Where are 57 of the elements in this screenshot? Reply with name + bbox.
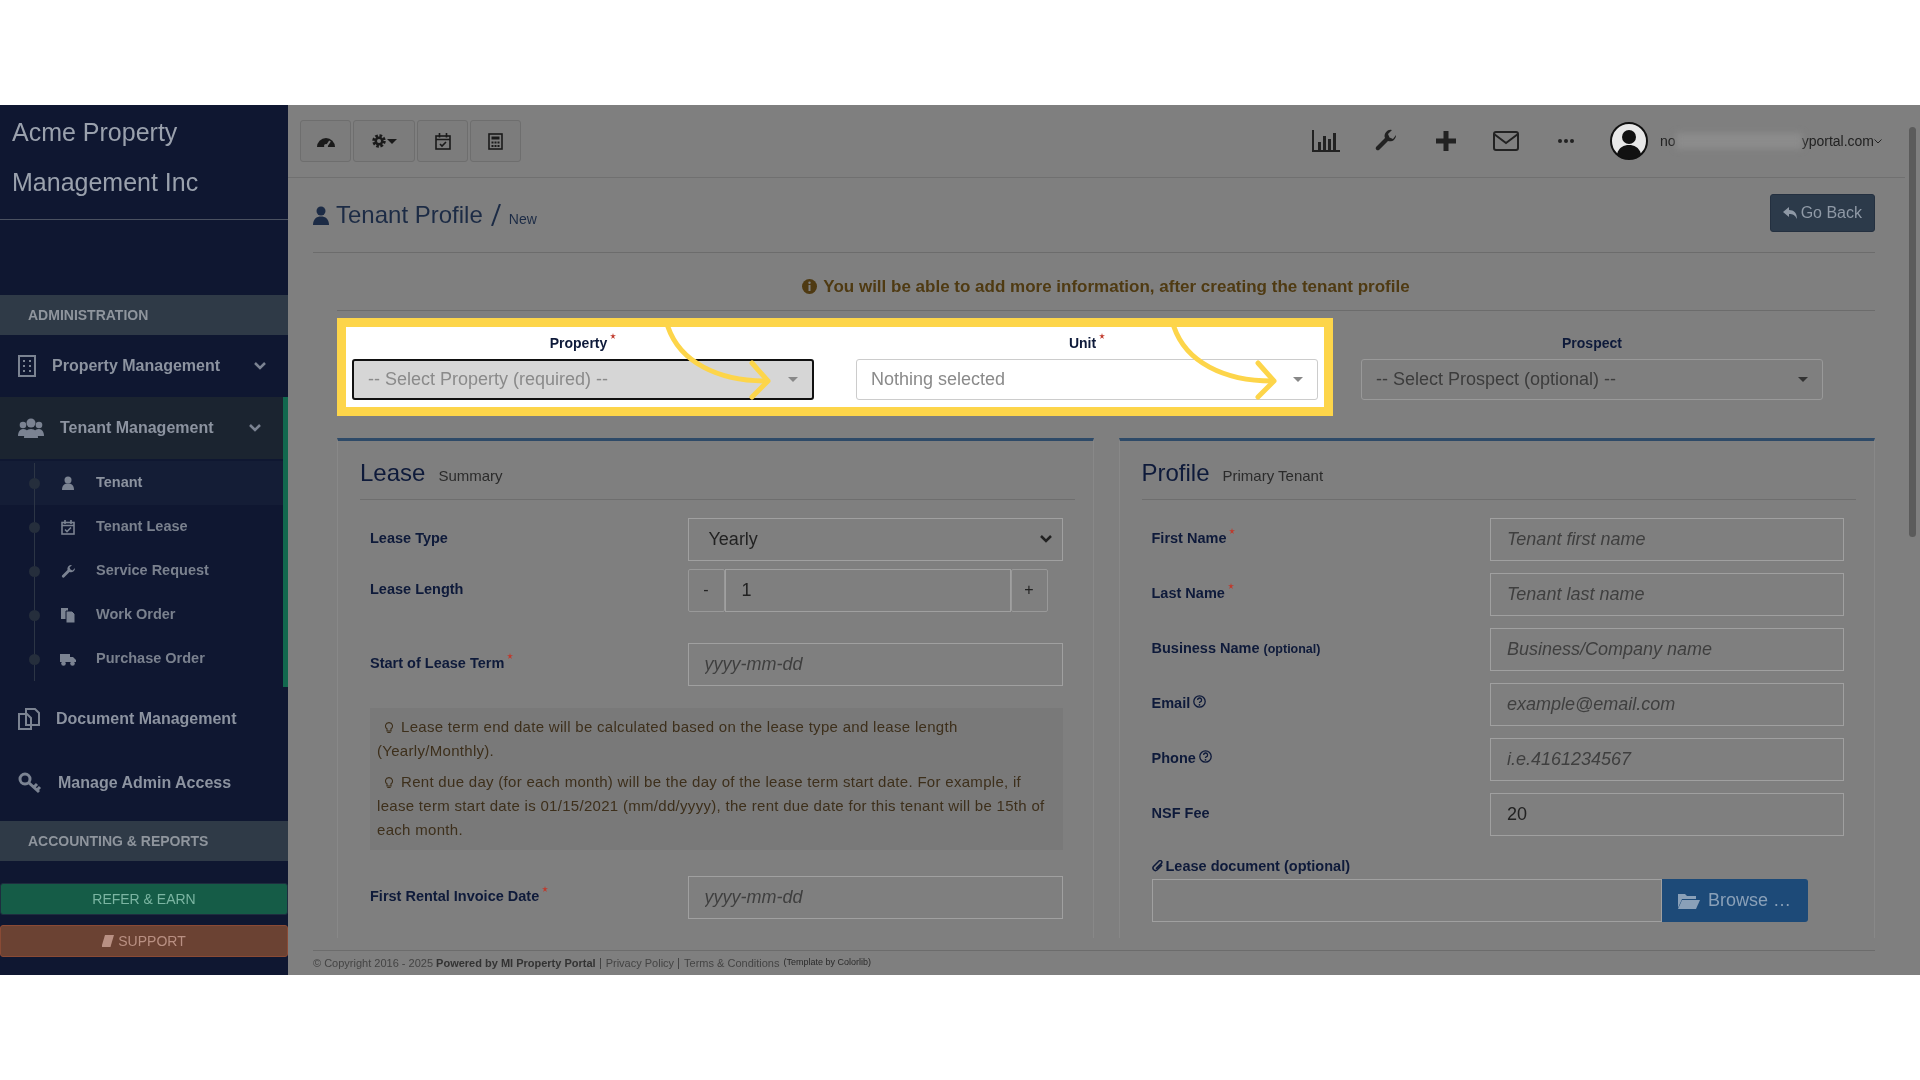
browse-button[interactable]: Browse … — [1661, 879, 1808, 923]
input-field[interactable]: i.e.4161234567 — [1490, 737, 1844, 781]
credit-text: (Template by Colorlib) — [783, 956, 871, 970]
field-label: NSF Fee — [1151, 804, 1210, 824]
copyright-text: © Copyright 2016 - 2025 Powered by MI Property Portal — [313, 955, 596, 971]
panel-subtitle: Summary — [438, 465, 503, 486]
field-label: Email — [1151, 694, 1191, 714]
notice-text: You will be able to add more information, after creating the tenant profile — [823, 276, 1410, 298]
input-field[interactable]: example@email.com — [1490, 682, 1844, 726]
sidebar-subitem[interactable]: Tenant — [0, 461, 283, 505]
footer-link[interactable]: Terms & Conditions — [684, 954, 780, 972]
footer-link[interactable]: Privacy Policy — [605, 954, 675, 972]
input-field[interactable]: Tenant first name — [1490, 517, 1844, 561]
field-label: Start of Lease Term — [370, 654, 505, 674]
select-field[interactable]: -- Select Prospect (optional) -- — [1361, 358, 1823, 400]
field-label: Prospect — [1562, 333, 1622, 353]
field-label: Unit — [1068, 333, 1097, 353]
field-label: Business Name (optional) — [1151, 639, 1321, 659]
sidebar-subitem[interactable]: Service Request — [0, 549, 283, 593]
sidebar-item[interactable]: Document Management — [0, 687, 288, 751]
panel-title: Lease — [360, 457, 426, 488]
sidebar-item[interactable]: Tenant Management — [0, 397, 288, 459]
select-field[interactable]: Nothing selected — [856, 358, 1318, 400]
field-label: Property — [549, 333, 608, 353]
user-menu[interactable]: no yportal.com — [1660, 130, 1882, 152]
brand-title: Acme Property Management Inc — [0, 105, 288, 220]
field-label: Lease Type — [370, 529, 448, 549]
panel-subtitle: Primary Tenant — [1222, 465, 1324, 486]
sidebar-item[interactable]: Manage Admin Access — [0, 751, 288, 815]
input-field[interactable]: Business/Company name — [1490, 627, 1844, 671]
field-label: Lease document (optional) — [1165, 856, 1350, 876]
support-button[interactable]: SUPPORT — [0, 925, 288, 957]
refer-button[interactable]: REFER & EARN — [0, 883, 288, 915]
sidebar-subitem[interactable]: Tenant Lease — [0, 505, 283, 549]
back-button[interactable]: Go Back — [1769, 194, 1875, 232]
page-title: Tenant Profile — [336, 200, 483, 230]
hint-text: Lease term end date will be calculated based on the lease type and lease length (Yearly/Monthly). — [377, 716, 959, 761]
hint-text: Rent due day (for each month) will be the day of the lease term start date. For example, if lease term start date is 01/15/2021 (mm/dd/yyyy), the rent due date for this tenant will be 15th of each month. — [377, 771, 1046, 840]
field-label: Last Name — [1151, 584, 1225, 604]
field-label: First Name — [1151, 529, 1227, 549]
field-label: First Rental Invoice Date — [370, 887, 540, 907]
input-field[interactable]: 1 — [724, 568, 1011, 612]
select-field[interactable]: Yearly — [687, 517, 1063, 561]
input-field[interactable]: 20 — [1490, 792, 1844, 836]
sidebar-subitem[interactable]: Purchase Order — [0, 637, 283, 681]
sidebar-subitem[interactable]: Work Order — [0, 593, 283, 637]
section-header: ADMINISTRATION — [0, 295, 288, 335]
select-field[interactable]: -- Select Property (required) -- — [352, 358, 814, 400]
increment-button[interactable]: + — [1010, 568, 1048, 612]
input-field[interactable]: Tenant last name — [1490, 572, 1844, 616]
field-label: Lease Length — [370, 580, 464, 600]
section-header: ACCOUNTING & REPORTS — [0, 821, 288, 861]
field-label: Phone — [1151, 749, 1196, 769]
panel-title: Profile — [1141, 457, 1210, 488]
decrement-button[interactable]: - — [687, 568, 725, 612]
page-subtitle: New — [508, 209, 537, 229]
sidebar-item[interactable]: Property Management — [0, 335, 288, 397]
